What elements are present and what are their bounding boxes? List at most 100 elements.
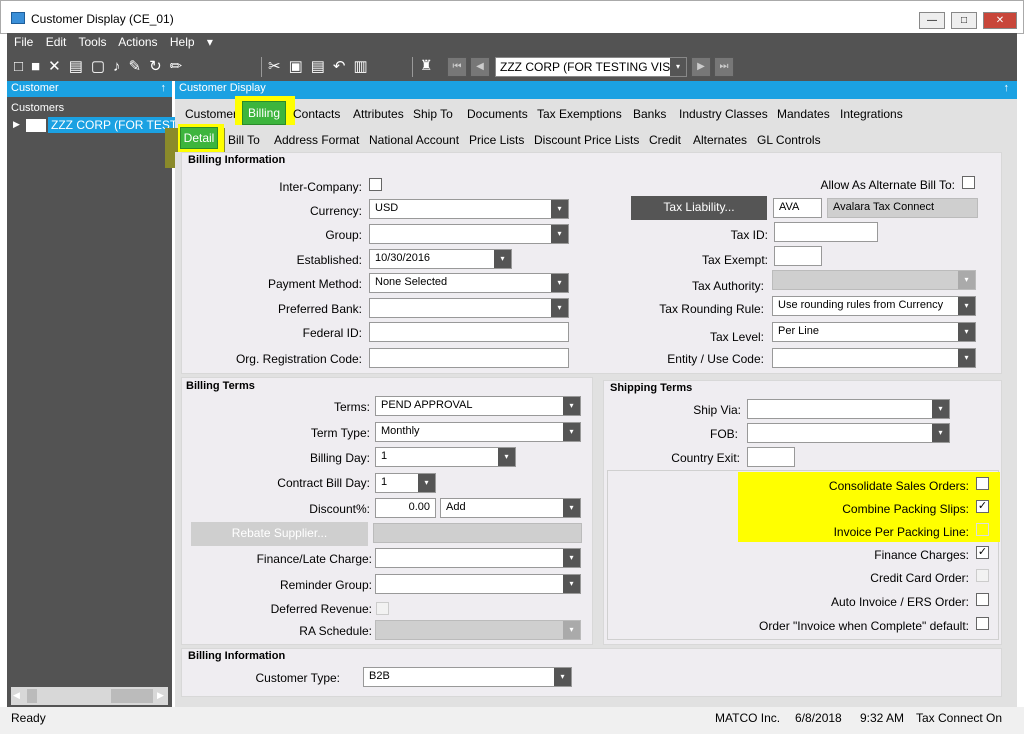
chevron-down-icon[interactable]: ▾ <box>932 400 949 418</box>
country-exit-input[interactable] <box>747 447 795 467</box>
fob-select[interactable]: ▾ <box>747 423 950 443</box>
chevron-down-icon[interactable]: ▾ <box>563 575 580 593</box>
group-select[interactable]: ▾ <box>369 224 569 244</box>
tree-expander-icon[interactable]: ▶ <box>13 119 20 130</box>
alternate-bill-checkbox[interactable] <box>962 176 975 189</box>
chevron-down-icon[interactable]: ▾ <box>554 668 571 686</box>
pin-icon[interactable]: ↑ <box>1004 82 1010 94</box>
horizontal-scrollbar[interactable]: ◀ ▶ <box>11 687 168 705</box>
pin-icon[interactable]: ↑ <box>161 82 167 94</box>
order-invoice-complete-checkbox[interactable] <box>976 617 989 630</box>
tab-billing[interactable]: Billing <box>242 101 286 125</box>
subtab-alternates[interactable]: Alternates <box>693 133 747 147</box>
tab-tax-exemptions[interactable]: Tax Exemptions <box>537 107 622 121</box>
subtab-credit[interactable]: Credit <box>649 133 681 147</box>
preferred-bank-select[interactable]: ▾ <box>369 298 569 318</box>
chevron-down-icon[interactable]: ▾ <box>932 424 949 442</box>
scroll-thumb[interactable] <box>27 689 37 703</box>
reminder-group-select[interactable]: ▾ <box>375 574 581 594</box>
scroll-thumb[interactable] <box>111 689 153 703</box>
chevron-down-icon[interactable]: ▾ <box>551 299 568 317</box>
consolidate-sales-orders-checkbox[interactable] <box>976 477 989 490</box>
customer-type-select[interactable]: B2B ▾ <box>363 667 572 687</box>
discount-mode-select[interactable]: Add ▾ <box>440 498 581 518</box>
finance-late-select[interactable]: ▾ <box>375 548 581 568</box>
tab-industry-classes[interactable]: Industry Classes <box>679 107 768 121</box>
fob-label: FOB: <box>709 427 738 441</box>
terms-select[interactable]: PEND APPROVAL ▾ <box>375 396 581 416</box>
chevron-down-icon[interactable]: ▾ <box>551 200 568 218</box>
menu-help[interactable]: Help <box>170 35 195 49</box>
chevron-down-icon[interactable]: ▾ <box>958 297 975 315</box>
menu-file[interactable]: File <box>14 35 33 49</box>
scroll-left-icon[interactable]: ◀ <box>13 690 20 701</box>
tree-node-customer[interactable]: ZZZ CORP (FOR TEST <box>48 117 181 133</box>
nav-next-icon[interactable]: ▶ <box>691 57 711 77</box>
maximize-button[interactable]: □ <box>951 12 977 29</box>
org-registration-input[interactable] <box>369 348 569 368</box>
auto-invoice-checkbox[interactable] <box>976 593 989 606</box>
subtab-gl-controls[interactable]: GL Controls <box>757 133 821 147</box>
subtab-price-lists[interactable]: Price Lists <box>469 133 524 147</box>
menu-edit[interactable]: Edit <box>46 35 67 49</box>
tab-documents[interactable]: Documents <box>467 107 528 121</box>
nav-last-icon[interactable]: ⏭ <box>714 57 734 77</box>
tab-banks[interactable]: Banks <box>633 107 666 121</box>
term-type-select[interactable]: Monthly ▾ <box>375 422 581 442</box>
currency-select[interactable]: USD ▾ <box>369 199 569 219</box>
chevron-down-icon[interactable]: ▾ <box>563 423 580 441</box>
record-selector[interactable]: ZZZ CORP (FOR TESTING VIS ▾ <box>495 57 687 77</box>
subtab-discount-price-lists[interactable]: Discount Price Lists <box>534 133 639 147</box>
billing-day-select[interactable]: 1 ▾ <box>375 447 516 467</box>
combine-packing-slips-checkbox[interactable]: ✓ <box>976 500 989 513</box>
minimize-button[interactable]: — <box>919 12 945 29</box>
tab-customer[interactable]: Customer <box>185 107 237 121</box>
toolbar-icons[interactable]: □■✕▤▢♪✎↻✏ <box>14 57 190 79</box>
established-date[interactable]: 10/30/2016 ▾ <box>369 249 512 269</box>
inter-company-checkbox[interactable] <box>369 178 382 191</box>
chevron-down-icon[interactable]: ▾ <box>958 349 975 367</box>
entity-use-code-select[interactable]: ▾ <box>772 348 976 368</box>
close-button[interactable]: ✕ <box>983 12 1017 29</box>
ship-via-select[interactable]: ▾ <box>747 399 950 419</box>
tax-id-input[interactable] <box>774 222 878 242</box>
menu-tools[interactable]: Tools <box>79 35 107 49</box>
menu-actions[interactable]: Actions <box>118 35 157 49</box>
federal-id-input[interactable] <box>369 322 569 342</box>
tab-ship-to[interactable]: Ship To <box>413 107 453 121</box>
menu-overflow-icon[interactable]: ▾ <box>207 35 213 49</box>
discount-input[interactable]: 0.00 <box>375 498 436 518</box>
tax-exempt-input[interactable] <box>774 246 822 266</box>
chevron-down-icon[interactable]: ▾ <box>551 225 568 243</box>
contract-bill-day-select[interactable]: 1 ▾ <box>375 473 436 493</box>
chevron-down-icon[interactable]: ▾ <box>418 474 435 492</box>
nav-first-icon[interactable]: ⏮ <box>447 57 467 77</box>
tax-level-select[interactable]: Per Line ▾ <box>772 322 976 342</box>
subtab-national-account[interactable]: National Account <box>369 133 459 147</box>
chevron-down-icon[interactable]: ▾ <box>563 549 580 567</box>
chevron-down-icon[interactable]: ▾ <box>563 397 580 415</box>
status-time: 9:32 AM <box>860 711 905 725</box>
subtab-bill-to[interactable]: Bill To <box>228 133 260 147</box>
finance-charges-checkbox[interactable]: ✓ <box>976 546 989 559</box>
nav-prev-icon[interactable]: ◀ <box>470 57 490 77</box>
subtab-address-format[interactable]: Address Format <box>274 133 359 147</box>
tax-liability-button[interactable]: Tax Liability... <box>631 196 767 220</box>
subtab-detail[interactable]: Detail <box>180 127 218 149</box>
payment-method-select[interactable]: None Selected ▾ <box>369 273 569 293</box>
tax-rounding-select[interactable]: Use rounding rules from Currency ▾ <box>772 296 976 316</box>
tab-contacts[interactable]: Contacts <box>293 107 340 121</box>
chevron-down-icon[interactable]: ▾ <box>670 58 686 76</box>
tax-code-input[interactable]: AVA <box>773 198 822 218</box>
chevron-down-icon[interactable]: ▾ <box>563 499 580 517</box>
chevron-down-icon[interactable]: ▾ <box>958 323 975 341</box>
toolbar-icons-2[interactable]: ✂▣▤↶▥ <box>268 57 376 79</box>
chevron-down-icon[interactable]: ▾ <box>551 274 568 292</box>
tab-mandates[interactable]: Mandates <box>777 107 830 121</box>
chevron-down-icon[interactable]: ▾ <box>498 448 515 466</box>
tab-attributes[interactable]: Attributes <box>353 107 404 121</box>
binoculars-icon[interactable]: ♜ <box>420 57 433 74</box>
scroll-right-icon[interactable]: ▶ <box>157 690 164 701</box>
chevron-down-icon[interactable]: ▾ <box>494 250 511 268</box>
tab-integrations[interactable]: Integrations <box>840 107 903 121</box>
